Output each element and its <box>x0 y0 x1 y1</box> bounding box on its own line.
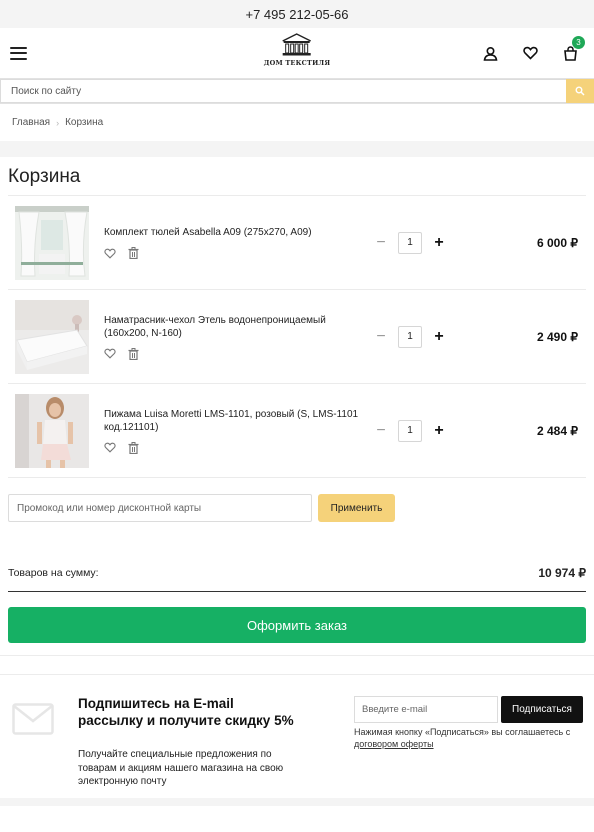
item-price: 2 490 ₽ <box>537 329 578 344</box>
user-icon[interactable] <box>481 44 499 62</box>
cart-icon[interactable]: 3 <box>561 36 585 62</box>
increase-qty-button[interactable]: + <box>432 422 446 438</box>
cart-count-badge: 3 <box>572 36 585 49</box>
cart-item: Комплект тюлей Asabella A09 (275x270, A0… <box>8 196 586 290</box>
top-bar: +7 495 212-05-66 <box>0 0 594 28</box>
subscribe-section: Подпишитесь на E-mail рассылку и получит… <box>0 674 594 806</box>
subscribe-note: Нажимая кнопку «Подписаться» вы соглашае… <box>354 726 584 750</box>
total-value: 10 974 ₽ <box>538 566 586 580</box>
apply-promo-button[interactable]: Применить <box>318 494 395 522</box>
cart-item: Пижама Luisa Moretti LMS-1101, розовый (… <box>8 384 586 478</box>
logo-text: ДОМ ТЕКСТИЛЯ <box>263 59 331 67</box>
checkout-button[interactable]: Оформить заказ <box>8 607 586 643</box>
quantity-stepper: − 1 + <box>374 419 446 442</box>
search-icon <box>575 86 585 96</box>
breadcrumb: Главная › Корзина <box>0 104 594 141</box>
item-name[interactable]: Пижама Luisa Moretti LMS-1101, розовый (… <box>104 408 372 434</box>
phone-number[interactable]: +7 495 212-05-66 <box>245 7 348 22</box>
email-field[interactable] <box>354 696 498 723</box>
search-input[interactable] <box>0 79 566 103</box>
quantity-stepper: − 1 + <box>374 231 446 254</box>
quantity-input[interactable]: 1 <box>398 325 422 348</box>
section-gap <box>0 655 594 674</box>
section-gap <box>0 141 594 157</box>
trash-icon[interactable] <box>128 247 139 259</box>
increase-qty-button[interactable]: + <box>432 234 446 250</box>
product-image[interactable] <box>15 205 89 280</box>
subscribe-title: Подпишитесь на E-mail рассылку и получит… <box>78 696 294 728</box>
page-title: Корзина <box>8 166 81 187</box>
subscribe-button[interactable]: Подписаться <box>501 696 583 723</box>
header: ДОМ ТЕКСТИЛЯ 3 <box>0 28 594 78</box>
increase-qty-button[interactable]: + <box>432 328 446 344</box>
decrease-qty-button[interactable]: − <box>374 234 388 250</box>
breadcrumb-home[interactable]: Главная <box>12 117 50 128</box>
favorite-icon[interactable] <box>104 442 116 453</box>
item-price: 2 484 ₽ <box>537 423 578 438</box>
product-image[interactable] <box>15 393 89 468</box>
bottom-bar <box>0 798 594 806</box>
item-name[interactable]: Наматрасник-чехол Этель водонепроницаемы… <box>104 314 372 340</box>
logo-building-icon <box>282 33 312 56</box>
item-name[interactable]: Комплект тюлей Asabella A09 (275x270, A0… <box>104 226 372 239</box>
header-icons: 3 <box>481 36 585 62</box>
total-row: Товаров на сумму: 10 974 ₽ <box>8 566 586 592</box>
promo-code-input[interactable] <box>8 494 312 522</box>
favorite-icon[interactable] <box>104 248 116 259</box>
offer-agreement-link[interactable]: договором оферты <box>354 739 434 749</box>
trash-icon[interactable] <box>128 347 139 360</box>
heart-icon[interactable] <box>521 44 539 62</box>
item-price: 6 000 ₽ <box>537 235 578 250</box>
menu-icon[interactable] <box>10 46 27 60</box>
decrease-qty-button[interactable]: − <box>374 422 388 438</box>
product-image[interactable] <box>15 299 89 374</box>
search-bar <box>0 78 594 104</box>
trash-icon[interactable] <box>128 441 139 454</box>
favorite-icon[interactable] <box>104 348 116 359</box>
subscribe-note-text: Нажимая кнопку «Подписаться» вы соглашае… <box>354 727 571 737</box>
mail-icon <box>12 703 54 735</box>
logo[interactable]: ДОМ ТЕКСТИЛЯ <box>264 33 331 67</box>
promo-section: Применить <box>0 478 594 522</box>
decrease-qty-button[interactable]: − <box>374 328 388 344</box>
search-button[interactable] <box>566 79 594 103</box>
quantity-input[interactable]: 1 <box>398 231 422 254</box>
total-label: Товаров на сумму: <box>8 567 99 579</box>
subscribe-description: Получайте специальные предложения по тов… <box>78 749 284 787</box>
cart-item: Наматрасник-чехол Этель водонепроницаемы… <box>8 290 586 384</box>
quantity-input[interactable]: 1 <box>398 419 422 442</box>
breadcrumb-separator: › <box>56 117 60 128</box>
breadcrumb-current: Корзина <box>65 117 104 128</box>
quantity-stepper: − 1 + <box>374 325 446 348</box>
